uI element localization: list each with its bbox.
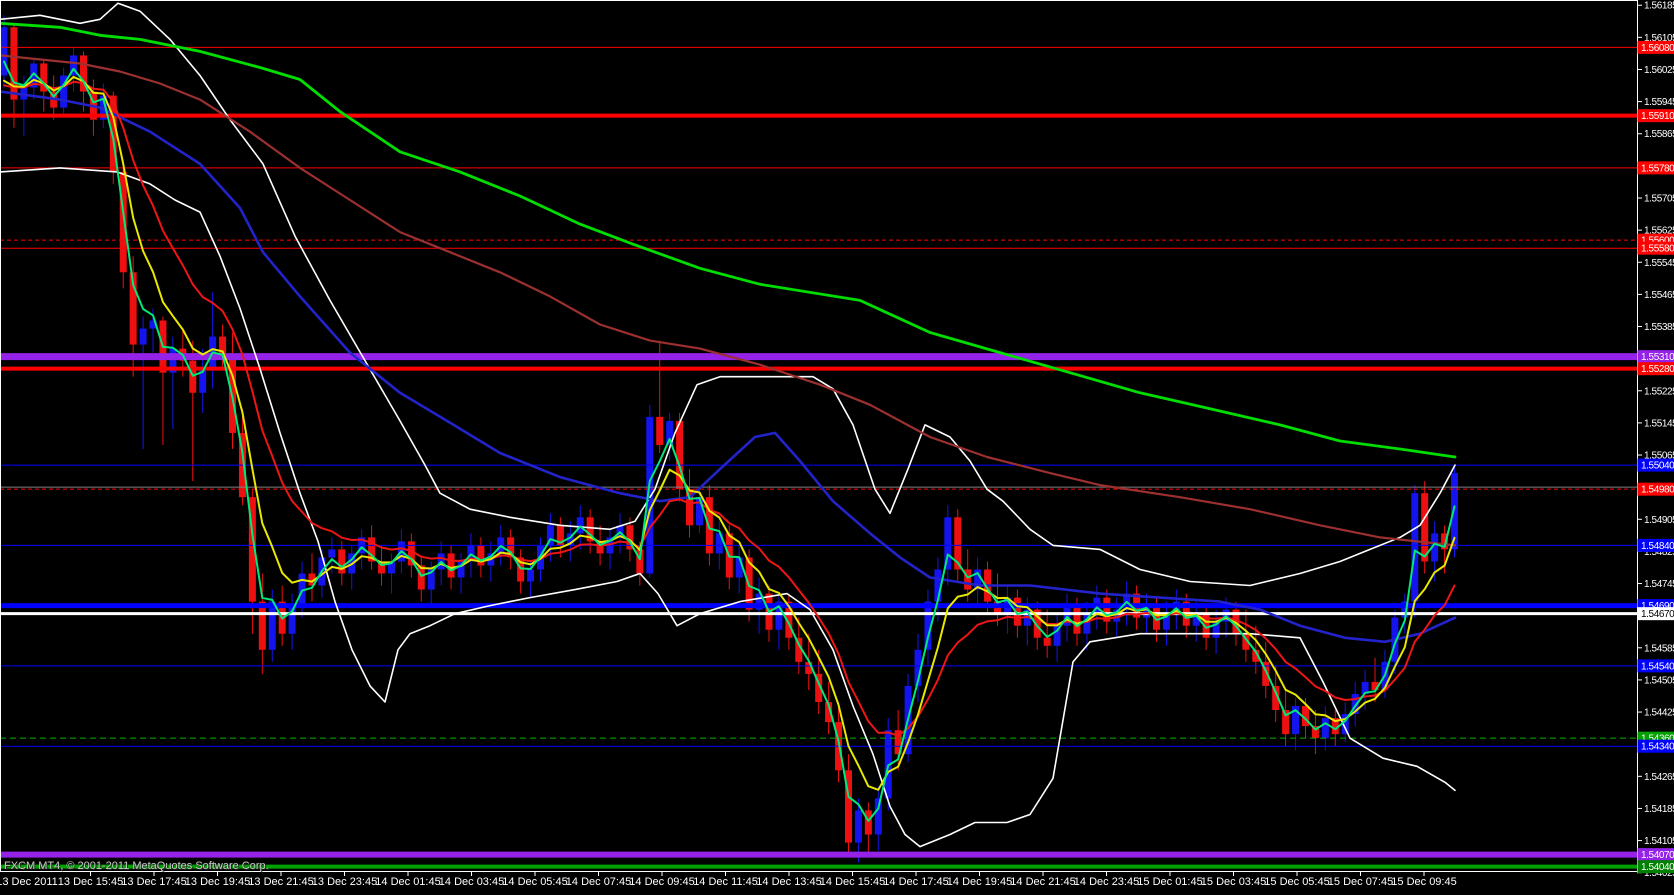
candle-body [259,602,266,650]
time-tick-label: 13 Dec 2011 [0,876,58,888]
time-tick-label: 14 Dec 13:45 [756,876,821,888]
price-tick-label: 1.55865 [1644,129,1674,140]
price-tick-label: 1.54745 [1644,579,1674,590]
time-tick-label: 15 Dec 01:45 [1137,876,1202,888]
candle-body [1411,493,1418,601]
candle-body [527,569,534,581]
price-tick-label: 1.56185 [1644,1,1674,12]
time-tick-label: 14 Dec 07:45 [566,876,631,888]
price-level-label: 1.54040 [1641,862,1674,873]
time-tick-label: 13 Dec 15:45 [58,876,123,888]
time-tick-label: 14 Dec 15:45 [820,876,885,888]
candle-body [865,810,872,834]
candle-body [855,810,862,842]
time-tick-label: 15 Dec 09:45 [1391,876,1456,888]
price-level-label: 1.54840 [1641,541,1674,552]
candle-body [1322,718,1329,738]
price-level-label: 1.54070 [1641,850,1674,861]
price-level-label: 1.55310 [1641,352,1674,363]
candle-body [1073,606,1080,634]
price-tick-label: 1.55145 [1644,418,1674,429]
price-level-label: 1.54670 [1641,609,1674,620]
time-tick-label: 14 Dec 11:45 [693,876,758,888]
time-tick-label: 15 Dec 05:45 [1264,876,1329,888]
candle-body [1421,493,1428,561]
candle-body [10,27,17,99]
time-tick-label: 14 Dec 23:45 [1074,876,1139,888]
candle-body [140,329,147,345]
candle-body [1044,638,1051,646]
price-tick-label: 1.54905 [1644,515,1674,526]
mt4-chart-window: 1.561851.561051.560251.559451.558651.557… [0,0,1674,895]
price-level-label: 1.55040 [1641,461,1674,472]
price-level-label: 1.55910 [1641,111,1674,122]
time-tick-label: 14 Dec 21:45 [1010,876,1075,888]
time-tick-label: 14 Dec 01:45 [375,876,440,888]
price-level-label: 1.55280 [1641,364,1674,375]
price-tick-label: 1.55385 [1644,322,1674,333]
price-level-label: 1.54980 [1641,485,1674,496]
price-tick-label: 1.55545 [1644,258,1674,269]
time-tick-label: 14 Dec 09:45 [629,876,694,888]
time-tick-label: 13 Dec 23:45 [312,876,377,888]
time-tick-label: 15 Dec 03:45 [1201,876,1266,888]
candle-body [875,798,882,834]
price-level-label: 1.54540 [1641,661,1674,672]
time-tick-label: 15 Dec 07:45 [1328,876,1393,888]
time-tick-label: 14 Dec 05:45 [502,876,567,888]
price-level-label: 1.56080 [1641,43,1674,54]
price-tick-label: 1.54265 [1644,772,1674,783]
candle-body [189,361,196,393]
price-tick-label: 1.54505 [1644,675,1674,686]
price-tick-label: 1.55465 [1644,290,1674,301]
price-tick-label: 1.56025 [1644,65,1674,76]
time-tick-label: 13 Dec 19:45 [185,876,250,888]
price-tick-label: 1.55225 [1644,386,1674,397]
price-tick-label: 1.54585 [1644,643,1674,654]
candle-body [736,557,743,577]
price-tick-label: 1.55945 [1644,97,1674,108]
candle-body [577,517,584,533]
price-tick-label: 1.55705 [1644,193,1674,204]
candle-body [656,417,663,445]
time-tick-label: 14 Dec 19:45 [947,876,1012,888]
time-tick-label: 14 Dec 03:45 [439,876,504,888]
chart-canvas[interactable]: 1.561851.561051.560251.559451.558651.557… [0,0,1674,895]
candle-body [448,553,455,577]
price-tick-label: 1.54105 [1644,836,1674,847]
candle-body [269,602,276,650]
price-level-label: 1.55780 [1641,163,1674,174]
price-tick-label: 1.54185 [1644,804,1674,815]
time-tick-label: 13 Dec 21:45 [248,876,313,888]
price-tick-label: 1.54425 [1644,708,1674,719]
time-tick-label: 13 Dec 17:45 [121,876,186,888]
candle-body [328,549,335,557]
price-level-label: 1.55580 [1641,244,1674,255]
price-level-label: 1.54340 [1641,742,1674,753]
time-tick-label: 14 Dec 17:45 [883,876,948,888]
copyright-watermark: FXCM MT4, © 2001-2011 MetaQuotes Softwar… [4,860,269,872]
